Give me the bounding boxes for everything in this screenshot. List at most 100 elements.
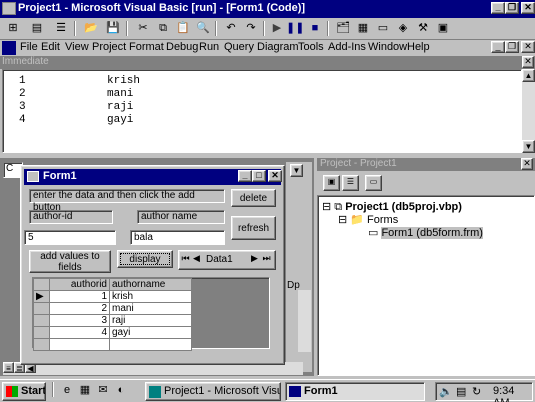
view-object-icon[interactable]: ▣ — [323, 175, 340, 191]
procedure-dropdown-icon[interactable]: ▼ — [290, 164, 303, 177]
row-selector[interactable] — [33, 338, 50, 351]
immediate-title-bar[interactable]: Immediate ✕ — [0, 56, 535, 69]
menu-debug[interactable]: Debug — [166, 41, 198, 53]
object-browser-icon[interactable]: ◈ — [394, 20, 412, 37]
view-code-icon[interactable]: ☰ — [342, 175, 359, 191]
table-row[interactable]: 2 mani — [33, 302, 192, 315]
task-form1[interactable]: Form1 — [285, 382, 425, 401]
menu-diagram[interactable]: Diagram — [257, 41, 299, 53]
row-selector[interactable] — [33, 326, 50, 339]
form-layout-icon[interactable]: ▭ — [374, 20, 392, 37]
menu-file[interactable]: File — [20, 41, 38, 53]
paste-icon[interactable]: 📋 — [174, 20, 192, 37]
menu-run[interactable]: Run — [199, 41, 219, 53]
internet-explorer-icon[interactable]: e — [58, 382, 76, 399]
row-selector-current[interactable]: ▶ — [33, 290, 50, 303]
menu-window[interactable]: Window — [368, 41, 407, 53]
code-vertical-scrollbar[interactable] — [298, 290, 311, 352]
menu-view[interactable]: View — [65, 41, 89, 53]
table-row-new[interactable] — [33, 338, 192, 351]
undo-icon[interactable]: ↶ — [222, 20, 240, 37]
start-button[interactable]: Start — [2, 382, 46, 401]
grid-cell-empty[interactable] — [109, 338, 192, 351]
form1-close-button[interactable]: ✕ — [268, 170, 282, 182]
delete-button[interactable]: delete — [231, 189, 276, 207]
form1-maximize-button[interactable]: □ — [252, 170, 266, 182]
author-name-input[interactable]: bala — [130, 230, 225, 245]
procedure-view-icon[interactable]: ≡ — [3, 362, 14, 373]
display-button[interactable]: display — [117, 250, 173, 268]
menu-tools[interactable]: Tools — [298, 41, 324, 53]
grid-cell-authorid[interactable]: 1 — [49, 290, 110, 303]
grid-cell-authorid[interactable]: 2 — [49, 302, 110, 315]
table-row[interactable]: 4 gayi — [33, 326, 192, 339]
redo-icon[interactable]: ↷ — [242, 20, 260, 37]
form1-window[interactable]: Form1 _ □ ✕ enter the data and then clic… — [20, 165, 285, 365]
grid-cell-authorid[interactable]: 4 — [49, 326, 110, 339]
menu-editor-icon[interactable]: ☰ — [52, 20, 70, 37]
add-values-button[interactable]: add values to fields — [29, 250, 111, 273]
close-button[interactable]: ✕ — [521, 2, 535, 14]
immediate-pane[interactable]: 1 krish 2 mani 3 raji 4 gayi — [2, 69, 522, 153]
minimize-button[interactable]: _ — [491, 2, 505, 14]
form1-title-bar[interactable]: Form1 _ □ ✕ — [24, 169, 282, 185]
copy-icon[interactable]: ⧉ — [154, 20, 172, 37]
properties-window-icon[interactable]: ▦ — [354, 20, 372, 37]
menu-format[interactable]: Format — [129, 41, 164, 53]
menu-help[interactable]: Help — [407, 41, 430, 53]
grid-cell-authorid[interactable]: 3 — [49, 314, 110, 327]
cut-icon[interactable]: ✂ — [134, 20, 152, 37]
add-form-icon[interactable]: ▤ — [28, 20, 46, 37]
end-icon[interactable]: ■ — [306, 20, 324, 37]
task-scheduler-icon[interactable]: ↻ — [472, 385, 481, 398]
project-tree[interactable]: ⊟ ⧉ Project1 (db5proj.vbp) ⊟ 📁 Forms ▭ F… — [317, 195, 535, 376]
outlook-icon[interactable]: ✉ — [94, 382, 112, 399]
move-last-icon[interactable]: ⏭ — [261, 253, 272, 267]
project-explorer-title-bar[interactable]: Project - Project1 ✕ — [317, 158, 535, 171]
channels-icon[interactable]: ◐ — [112, 382, 130, 399]
find-icon[interactable]: 🔍 — [194, 20, 212, 37]
immediate-close-button[interactable]: ✕ — [522, 56, 534, 68]
scroll-up-icon[interactable]: ▲ — [522, 69, 535, 82]
table-row[interactable]: ▶ 1 krish — [33, 290, 192, 303]
grid-cell-authorname[interactable]: gayi — [109, 326, 192, 339]
form1-minimize-button[interactable]: _ — [238, 170, 252, 182]
move-first-icon[interactable]: ⏮ — [180, 253, 191, 267]
grid-cell-authorname[interactable]: krish — [109, 290, 192, 303]
data1-control[interactable]: ⏮ ◀ Data1 ▶ ⏭ — [178, 250, 276, 270]
speaker-icon[interactable]: 🔈 — [439, 385, 453, 398]
project-close-button[interactable]: ✕ — [521, 158, 533, 170]
row-selector[interactable] — [33, 302, 50, 315]
grid-header-authorid[interactable]: authorid — [49, 278, 110, 291]
immediate-vertical-scrollbar[interactable]: ▲ ▼ — [522, 69, 535, 153]
data-view-icon[interactable]: ▣ — [434, 20, 452, 37]
clock[interactable]: 9:34 AM — [493, 385, 532, 402]
add-project-icon[interactable]: ⊞ — [4, 20, 22, 37]
toggle-folders-icon[interactable]: ▭ — [365, 175, 382, 191]
child-minimize-button[interactable]: _ — [491, 41, 505, 53]
author-data-grid[interactable]: authorid authorname ▶ 1 krish 2 mani 3 r… — [32, 277, 270, 351]
child-close-button[interactable]: ✕ — [521, 41, 535, 53]
desktop-icon[interactable]: ▦ — [76, 382, 94, 399]
move-next-icon[interactable]: ▶ — [249, 253, 260, 267]
network-icon[interactable]: ▤ — [456, 385, 466, 398]
save-project-icon[interactable]: 💾 — [104, 20, 122, 37]
refresh-button[interactable]: refresh — [231, 216, 276, 240]
grid-cell-authorname[interactable]: mani — [109, 302, 192, 315]
start-icon[interactable]: ▶ — [268, 20, 286, 37]
menu-add-ins[interactable]: Add-Ins — [328, 41, 366, 53]
grid-cell-authorname[interactable]: raji — [109, 314, 192, 327]
menu-project[interactable]: Project — [92, 41, 126, 53]
row-selector[interactable] — [33, 314, 50, 327]
scroll-down-icon[interactable]: ▼ — [522, 140, 535, 153]
menu-query[interactable]: Query — [224, 41, 254, 53]
table-row[interactable]: 3 raji — [33, 314, 192, 327]
move-previous-icon[interactable]: ◀ — [191, 253, 202, 267]
main-title-bar[interactable]: Project1 - Microsoft Visual Basic [run] … — [0, 0, 535, 18]
grid-cell-empty[interactable] — [49, 338, 110, 351]
grid-header-authorname[interactable]: authorname — [109, 278, 192, 291]
tree-item-forms[interactable]: ⊟ 📁 Forms — [338, 213, 398, 226]
author-id-input[interactable]: 5 — [24, 230, 116, 245]
tree-item-form1[interactable]: ▭ Form1 (db5form.frm) — [368, 226, 483, 239]
restore-button[interactable]: ❐ — [505, 2, 519, 14]
